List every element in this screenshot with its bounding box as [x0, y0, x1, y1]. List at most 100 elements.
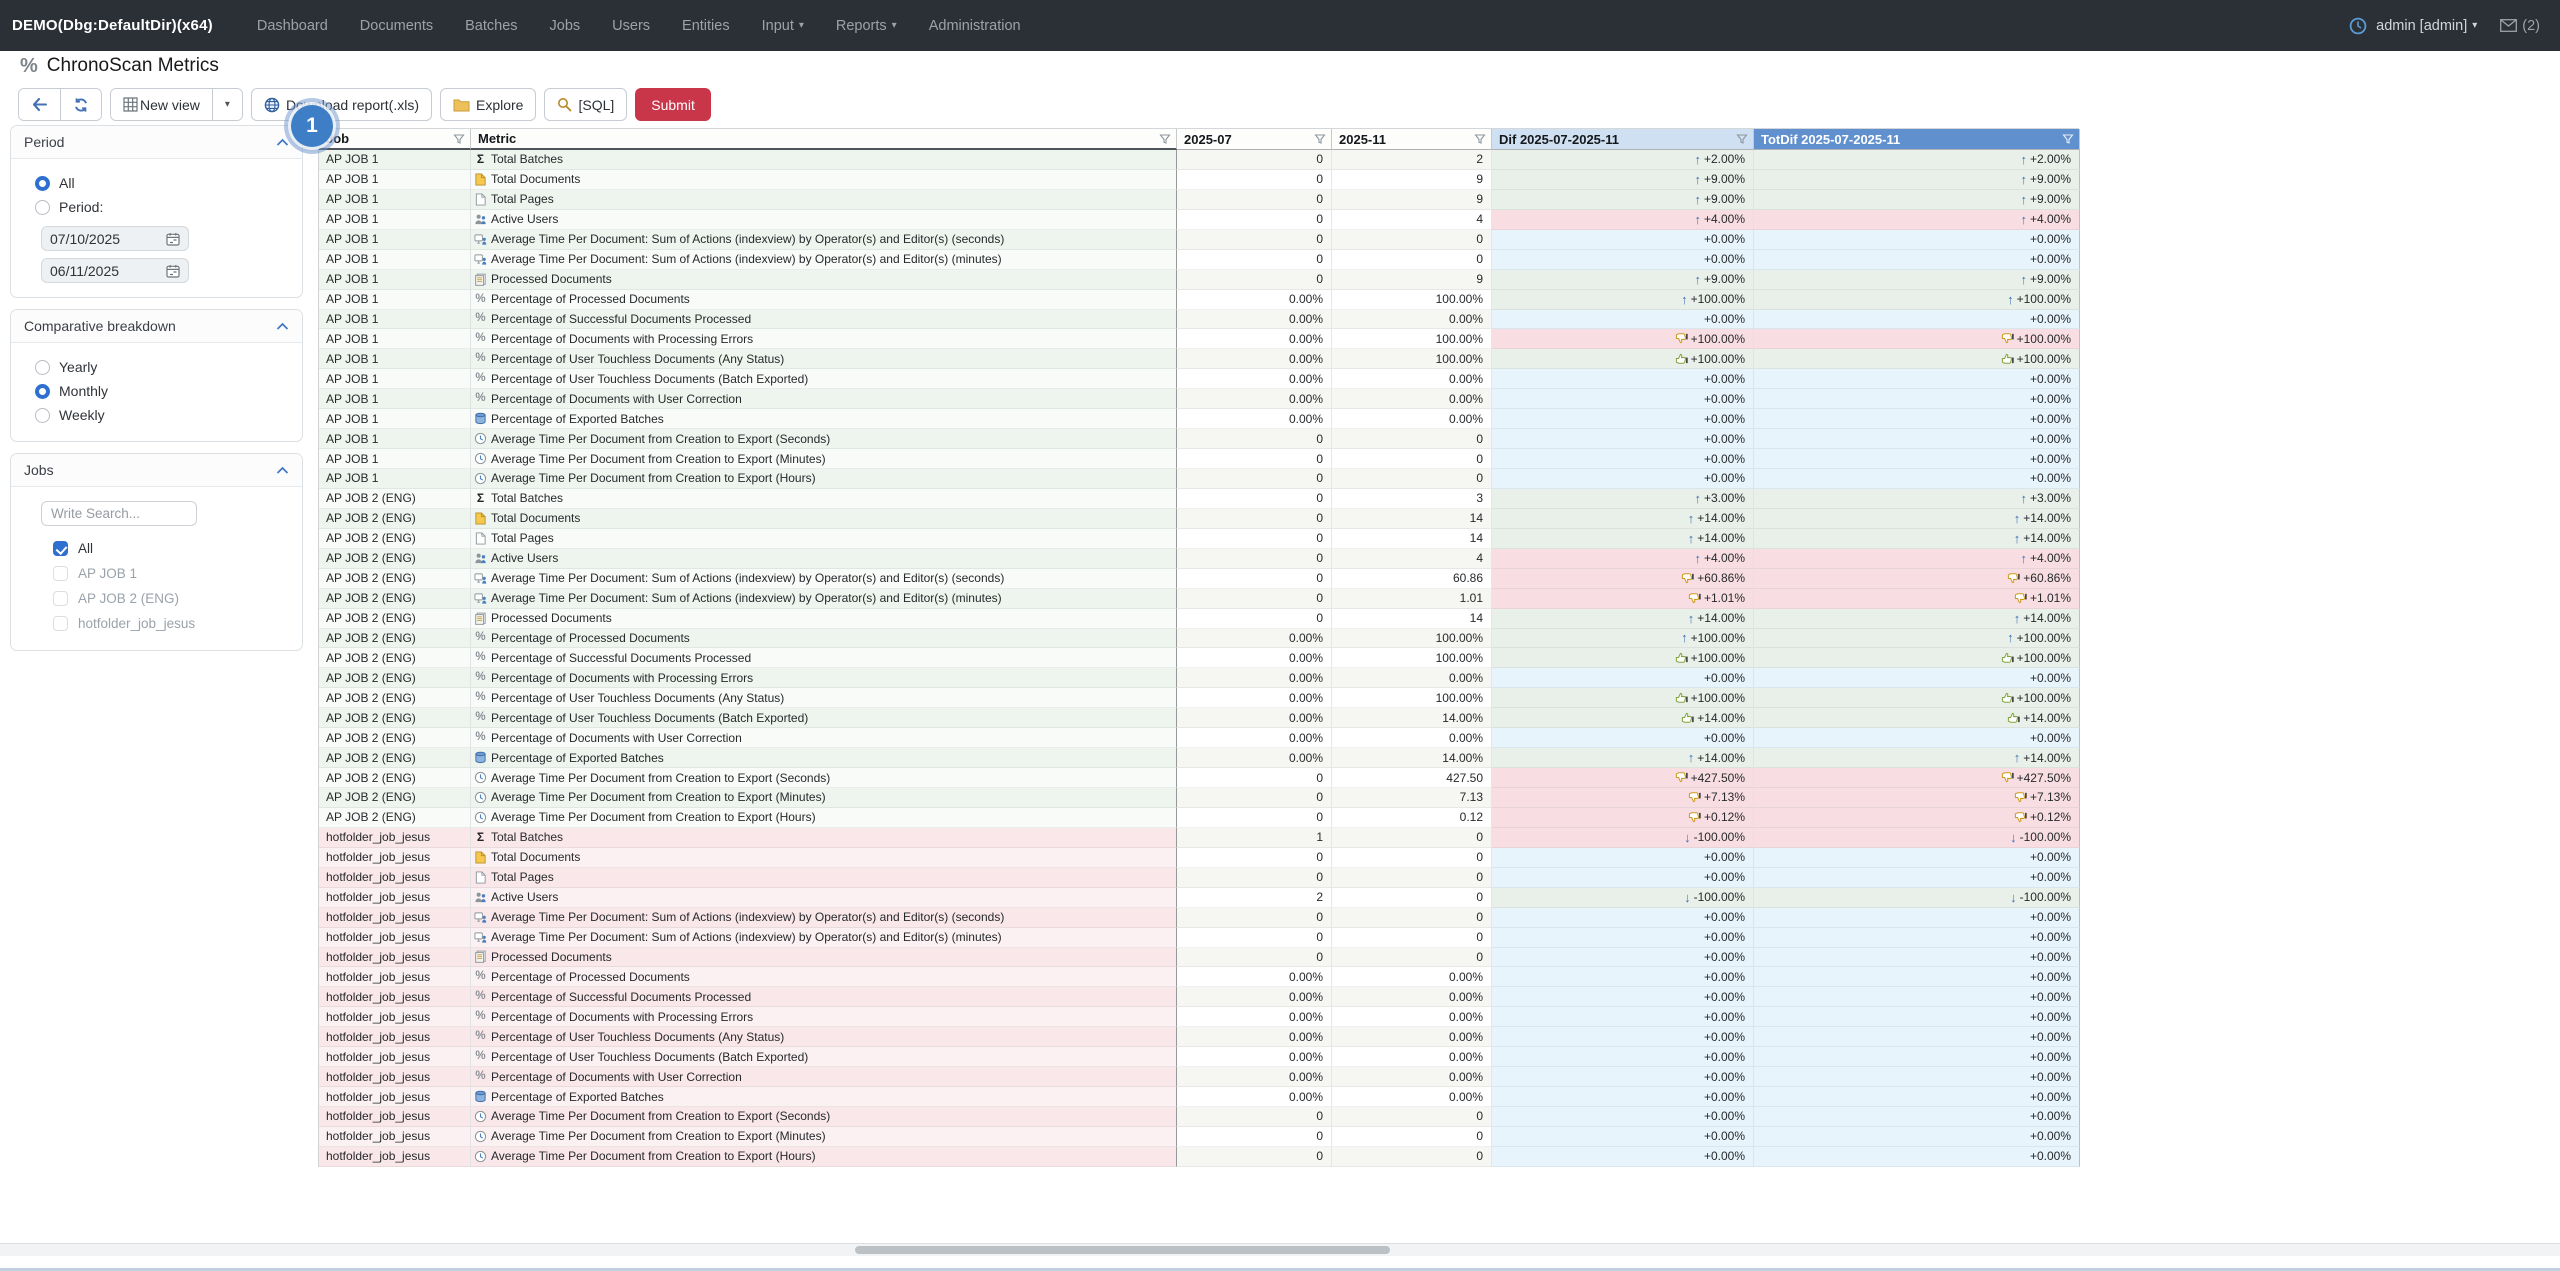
- breakdown-option-monthly[interactable]: Monthly: [11, 379, 302, 403]
- table-row[interactable]: AP JOB 2 (ENG)%Percentage of User Touchl…: [319, 688, 2079, 708]
- nav-item-documents[interactable]: Documents: [360, 18, 433, 34]
- table-row[interactable]: AP JOB 1%Percentage of User Touchless Do…: [319, 369, 2079, 389]
- table-row[interactable]: AP JOB 2 (ENG)Average Time Per Document …: [319, 768, 2079, 788]
- column-header-2025-07[interactable]: 2025-07: [1177, 129, 1332, 150]
- table-row[interactable]: AP JOB 2 (ENG)Average Time Per Document:…: [319, 589, 2079, 609]
- column-header-metric[interactable]: Metric: [471, 129, 1177, 150]
- table-row[interactable]: AP JOB 2 (ENG)Active Users04↑+4.00%↑+4.0…: [319, 549, 2079, 569]
- table-row[interactable]: AP JOB 2 (ENG)Total Documents014↑+14.00%…: [319, 509, 2079, 529]
- table-row[interactable]: hotfolder_job_jesusAverage Time Per Docu…: [319, 928, 2079, 948]
- horizontal-scrollbar-thumb[interactable]: [855, 1246, 1390, 1254]
- nav-item-users[interactable]: Users: [612, 18, 650, 34]
- table-row[interactable]: AP JOB 2 (ENG)%Percentage of User Touchl…: [319, 708, 2079, 728]
- breakdown-option-yearly[interactable]: Yearly: [11, 355, 302, 379]
- nav-item-jobs[interactable]: Jobs: [550, 18, 581, 34]
- chevron-up-icon[interactable]: [276, 466, 289, 475]
- period-panel-header[interactable]: Period: [11, 126, 302, 159]
- table-row[interactable]: AP JOB 1%Percentage of Successful Docume…: [319, 310, 2079, 330]
- table-row[interactable]: AP JOB 2 (ENG)Percentage of Exported Bat…: [319, 748, 2079, 768]
- table-row[interactable]: hotfolder_job_jesus%Percentage of Docume…: [319, 1067, 2079, 1087]
- table-row[interactable]: hotfolder_job_jesusAverage Time Per Docu…: [319, 1127, 2079, 1147]
- table-row[interactable]: AP JOB 2 (ENG)%Percentage of Documents w…: [319, 728, 2079, 748]
- table-row[interactable]: AP JOB 2 (ENG)Average Time Per Document …: [319, 808, 2079, 828]
- sql-button[interactable]: [SQL]: [544, 88, 627, 121]
- table-row[interactable]: hotfolder_job_jesusΣTotal Batches10↓-100…: [319, 828, 2079, 848]
- table-row[interactable]: AP JOB 2 (ENG)ΣTotal Batches03↑+3.00%↑+3…: [319, 489, 2079, 509]
- table-row[interactable]: hotfolder_job_jesus%Percentage of Succes…: [319, 987, 2079, 1007]
- table-row[interactable]: AP JOB 1Total Documents09↑+9.00%↑+9.00%: [319, 170, 2079, 190]
- table-row[interactable]: AP JOB 2 (ENG)%Percentage of Processed D…: [319, 629, 2079, 649]
- table-row[interactable]: AP JOB 2 (ENG)Total Pages014↑+14.00%↑+14…: [319, 529, 2079, 549]
- nav-item-administration[interactable]: Administration: [929, 18, 1021, 34]
- table-row[interactable]: AP JOB 2 (ENG)Average Time Per Document …: [319, 788, 2079, 808]
- mail-button[interactable]: (2): [2500, 18, 2540, 34]
- table-row[interactable]: hotfolder_job_jesus%Percentage of User T…: [319, 1047, 2079, 1067]
- table-row[interactable]: AP JOB 1Percentage of Exported Batches0.…: [319, 409, 2079, 429]
- refresh-button[interactable]: [61, 89, 101, 120]
- table-row[interactable]: AP JOB 1%Percentage of Documents with Us…: [319, 389, 2079, 409]
- table-row[interactable]: AP JOB 1Average Time Per Document: Sum o…: [319, 230, 2079, 250]
- download-report-button[interactable]: Download report(.xls): [251, 88, 432, 121]
- explore-button[interactable]: Explore: [440, 88, 536, 121]
- column-header-dif[interactable]: Dif 2025-07-2025-11: [1492, 129, 1754, 150]
- table-row[interactable]: hotfolder_job_jesusPercentage of Exporte…: [319, 1087, 2079, 1107]
- date-from-input[interactable]: 07/10/2025: [41, 226, 189, 251]
- filter-icon[interactable]: [1159, 133, 1171, 145]
- chevron-up-icon[interactable]: [276, 138, 289, 147]
- radio-button[interactable]: [35, 384, 50, 399]
- filter-icon[interactable]: [2062, 133, 2074, 145]
- filter-icon[interactable]: [453, 133, 465, 145]
- period-all-option[interactable]: All: [11, 171, 302, 195]
- table-row[interactable]: hotfolder_job_jesusActive Users20↓-100.0…: [319, 888, 2079, 908]
- filter-icon[interactable]: [1474, 133, 1486, 145]
- radio-button[interactable]: [35, 200, 50, 215]
- table-row[interactable]: hotfolder_job_jesus%Percentage of Proces…: [319, 967, 2079, 987]
- chevron-up-icon[interactable]: [276, 322, 289, 331]
- jobs-search-input[interactable]: [41, 501, 197, 526]
- table-row[interactable]: hotfolder_job_jesusAverage Time Per Docu…: [319, 1147, 2079, 1167]
- date-to-input[interactable]: 06/11/2025: [41, 258, 189, 283]
- radio-button[interactable]: [35, 176, 50, 191]
- table-row[interactable]: AP JOB 2 (ENG)Average Time Per Document:…: [319, 569, 2079, 589]
- column-header-2025-11[interactable]: 2025-11: [1332, 129, 1492, 150]
- table-row[interactable]: AP JOB 1%Percentage of Documents with Pr…: [319, 329, 2079, 349]
- table-row[interactable]: AP JOB 2 (ENG)%Percentage of Successful …: [319, 648, 2079, 668]
- user-menu[interactable]: admin [admin] ▾: [2376, 18, 2477, 34]
- radio-button[interactable]: [35, 408, 50, 423]
- table-row[interactable]: AP JOB 1%Percentage of Processed Documen…: [319, 290, 2079, 310]
- jobs-all-option[interactable]: All: [11, 536, 302, 561]
- table-row[interactable]: AP JOB 2 (ENG)Processed Documents014↑+14…: [319, 609, 2079, 629]
- table-row[interactable]: AP JOB 1Active Users04↑+4.00%↑+4.00%: [319, 210, 2079, 230]
- table-row[interactable]: hotfolder_job_jesusAverage Time Per Docu…: [319, 908, 2079, 928]
- nav-item-input[interactable]: Input▾: [762, 18, 804, 34]
- column-header-job[interactable]: Job: [319, 129, 471, 150]
- nav-item-reports[interactable]: Reports▾: [836, 18, 897, 34]
- submit-button[interactable]: Submit: [635, 88, 711, 121]
- table-row[interactable]: AP JOB 1Processed Documents09↑+9.00%↑+9.…: [319, 270, 2079, 290]
- table-row[interactable]: hotfolder_job_jesusTotal Documents00+0.0…: [319, 848, 2079, 868]
- calendar-icon[interactable]: [166, 264, 180, 278]
- new-view-button[interactable]: New view: [111, 89, 213, 120]
- table-row[interactable]: AP JOB 2 (ENG)%Percentage of Documents w…: [319, 668, 2079, 688]
- nav-item-dashboard[interactable]: Dashboard: [257, 18, 328, 34]
- calendar-icon[interactable]: [166, 232, 180, 246]
- checkbox[interactable]: [53, 541, 68, 556]
- table-row[interactable]: hotfolder_job_jesusProcessed Documents00…: [319, 948, 2079, 968]
- table-row[interactable]: AP JOB 1Average Time Per Document from C…: [319, 449, 2079, 469]
- period-range-option[interactable]: Period:: [11, 195, 302, 219]
- nav-item-batches[interactable]: Batches: [465, 18, 517, 34]
- breakdown-option-weekly[interactable]: Weekly: [11, 403, 302, 427]
- filter-icon[interactable]: [1314, 133, 1326, 145]
- app-brand[interactable]: DEMO(Dbg:DefaultDir)(x64): [12, 17, 213, 34]
- new-view-dropdown-button[interactable]: ▾: [213, 89, 242, 120]
- table-row[interactable]: hotfolder_job_jesus%Percentage of Docume…: [319, 1007, 2079, 1027]
- table-row[interactable]: AP JOB 1Average Time Per Document from C…: [319, 429, 2079, 449]
- jobs-panel-header[interactable]: Jobs: [11, 454, 302, 487]
- table-row[interactable]: AP JOB 1Average Time Per Document: Sum o…: [319, 250, 2079, 270]
- table-row[interactable]: hotfolder_job_jesusAverage Time Per Docu…: [319, 1107, 2079, 1127]
- table-row[interactable]: AP JOB 1%Percentage of User Touchless Do…: [319, 349, 2079, 369]
- breakdown-panel-header[interactable]: Comparative breakdown: [11, 310, 302, 343]
- filter-icon[interactable]: [1736, 133, 1748, 145]
- table-row[interactable]: AP JOB 1Total Pages09↑+9.00%↑+9.00%: [319, 190, 2079, 210]
- table-row[interactable]: AP JOB 1Average Time Per Document from C…: [319, 469, 2079, 489]
